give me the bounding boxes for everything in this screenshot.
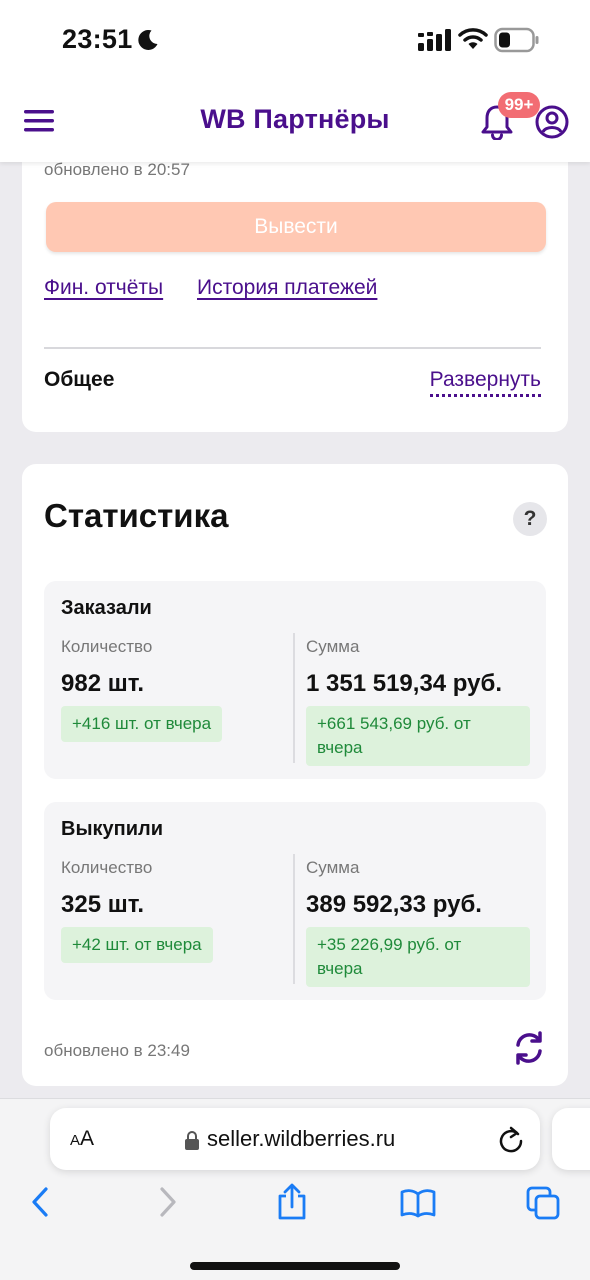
bought-quantity-value: 325 шт. bbox=[61, 891, 145, 918]
statistics-title: Статистика bbox=[44, 497, 229, 534]
ordered-quantity-delta: +416 шт. от вчера bbox=[61, 706, 223, 742]
bought-stats-box: Выкупили Количество 325 шт. +42 шт. от в… bbox=[44, 802, 546, 1000]
ordered-sum-delta: +661 543,69 руб. от вчера bbox=[306, 706, 530, 766]
moon-icon bbox=[138, 29, 158, 50]
bought-sum-label: Сумма bbox=[306, 858, 360, 877]
back-icon[interactable] bbox=[30, 1186, 50, 1218]
column-divider bbox=[293, 854, 295, 984]
ordered-sum-delta-line2: вчера bbox=[317, 738, 363, 757]
bought-sum-delta-line1: +35 226,99 руб. от bbox=[317, 935, 462, 954]
text-size-button[interactable]: AA bbox=[70, 1127, 94, 1151]
ordered-stats-box: Заказали Количество 982 шт. +416 шт. от … bbox=[44, 581, 546, 779]
general-label: Общее bbox=[44, 368, 115, 391]
status-time: 23:51 bbox=[62, 24, 133, 54]
withdraw-button[interactable]: Вывести bbox=[46, 202, 546, 252]
question-icon[interactable]: ? bbox=[513, 502, 547, 536]
bought-quantity-delta: +42 шт. от вчера bbox=[61, 927, 213, 963]
bought-title: Выкупили bbox=[61, 818, 164, 840]
fin-reports-link[interactable]: Фин. отчёты bbox=[44, 276, 163, 300]
ordered-quantity-value: 982 шт. bbox=[61, 670, 145, 697]
profile-icon[interactable] bbox=[535, 105, 569, 139]
home-indicator bbox=[190, 1262, 400, 1270]
refresh-icon[interactable] bbox=[512, 1030, 546, 1066]
reload-icon[interactable] bbox=[498, 1125, 524, 1153]
ordered-quantity-label: Количество bbox=[61, 637, 153, 656]
ordered-title: Заказали bbox=[61, 597, 152, 619]
ordered-sum-delta-line1: +661 543,69 руб. от bbox=[317, 714, 471, 733]
ordered-sum-label: Сумма bbox=[306, 637, 360, 656]
battery-icon bbox=[494, 27, 539, 53]
statistics-updated-text: обновлено в 23:49 bbox=[44, 1041, 190, 1060]
bought-quantity-label: Количество bbox=[61, 858, 153, 877]
lock-icon bbox=[185, 1131, 199, 1150]
next-tab-pill[interactable] bbox=[552, 1108, 590, 1170]
bookmarks-icon[interactable] bbox=[400, 1188, 436, 1218]
forward-icon[interactable] bbox=[158, 1186, 178, 1218]
column-divider bbox=[293, 633, 295, 763]
bought-sum-delta-line2: вчера bbox=[317, 959, 363, 978]
wifi-icon bbox=[458, 28, 488, 49]
tabs-icon[interactable] bbox=[526, 1186, 560, 1220]
ordered-sum-value: 1 351 519,34 руб. bbox=[306, 670, 502, 697]
signal-icon bbox=[418, 29, 451, 51]
divider bbox=[44, 347, 541, 349]
notification-badge: 99+ bbox=[498, 92, 540, 118]
url-text[interactable]: seller.wildberries.ru bbox=[207, 1126, 395, 1152]
share-icon[interactable] bbox=[276, 1183, 308, 1221]
text-size-large: A bbox=[80, 1127, 95, 1150]
expand-link[interactable]: Развернуть bbox=[429, 368, 541, 397]
text-size-small: A bbox=[70, 1132, 81, 1149]
bought-sum-value: 389 592,33 руб. bbox=[306, 891, 482, 918]
payment-history-link[interactable]: История платежей bbox=[197, 276, 377, 300]
balance-updated-text: обновлено в 20:57 bbox=[44, 160, 190, 179]
bought-sum-delta: +35 226,99 руб. от вчера bbox=[306, 927, 530, 987]
